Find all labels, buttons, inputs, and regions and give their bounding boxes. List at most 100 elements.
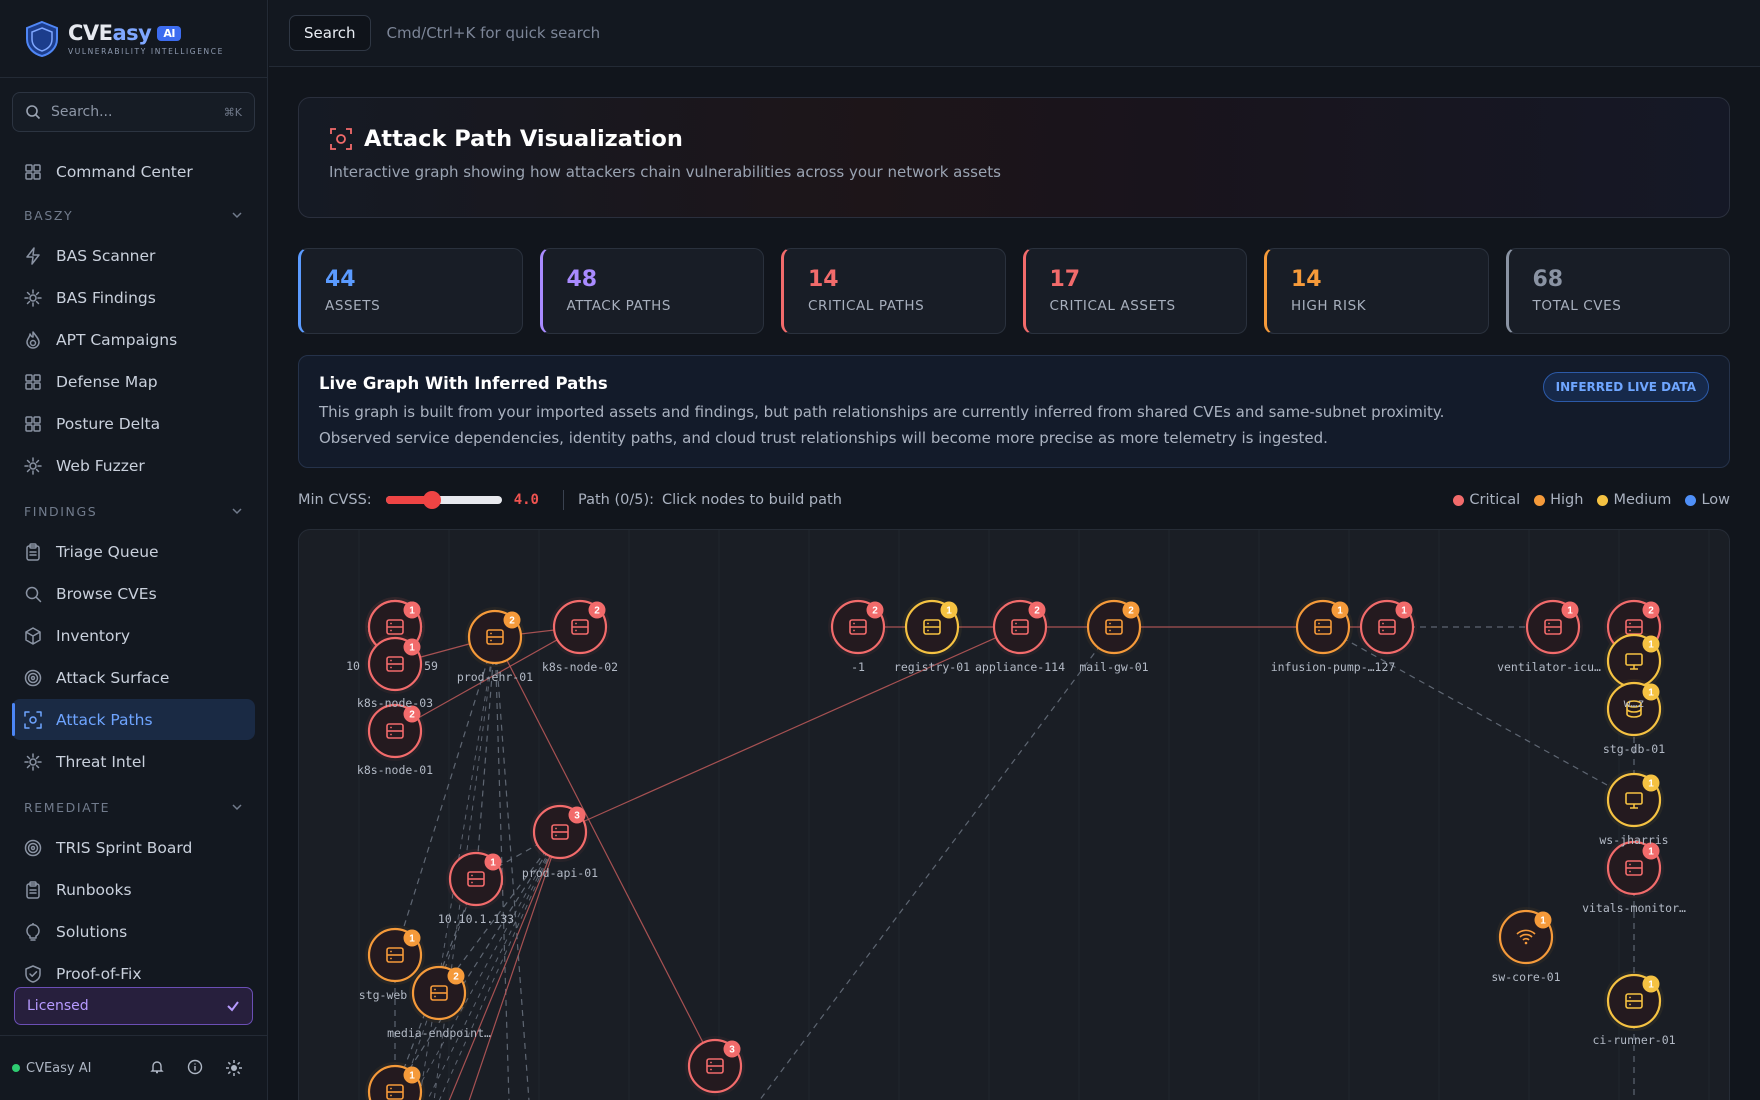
node-label: k8s-node-01 [357,763,433,777]
node-count: 1 [490,858,496,869]
node-count: 2 [1128,606,1134,617]
sidebar-search-input[interactable]: Search... ⌘K [12,92,255,132]
graph-node[interactable]: 3 [530,802,590,862]
shield-logo-icon [26,20,58,57]
graph-node[interactable]: 2 [465,607,525,667]
sidebar-item-defense-map[interactable]: Defense Map [12,361,255,402]
page-header: Attack Path Visualization Interactive gr… [298,97,1730,218]
sidebar-item-solutions[interactable]: Solutions [12,911,255,952]
sidebar-item-label: Defense Map [56,372,158,391]
info-icon[interactable] [187,1059,203,1075]
graph-node[interactable]: 2 [550,597,610,657]
stat-card-critical-assets[interactable]: 17 CRITICAL ASSETS [1022,248,1247,334]
sidebar-item-web-fuzzer[interactable]: Web Fuzzer [12,445,255,486]
brand[interactable]: CVEasy AI VULNERABILITY INTELLIGENCE [0,0,267,78]
section-title: BASZY [24,207,74,223]
sidebar-item-label: Web Fuzzer [56,456,145,475]
stat-card-attack-paths[interactable]: 48 ATTACK PATHS [539,248,764,334]
sidebar-item-bas-scanner[interactable]: BAS Scanner [12,235,255,276]
graph-node[interactable]: 1 [1604,770,1664,830]
attack-path-graph[interactable]: 111222212211121111113112311059k8s-node-0… [298,529,1730,1100]
topbar: Search Cmd/Ctrl+K for quick search [269,0,1760,67]
graph-node[interactable]: 1 [365,1062,425,1100]
sidebar-item-tris-sprint-board[interactable]: TRIS Sprint Board [12,827,255,868]
sidebar-item-label: TRIS Sprint Board [56,838,193,857]
scan-icon [330,128,352,150]
graph-node[interactable]: 1 [1604,971,1664,1031]
section-remediate[interactable]: REMEDIATE [12,788,255,826]
legend-item-low: Low [1685,492,1730,508]
graph-node[interactable]: 3 [685,1036,745,1096]
graph-node[interactable]: 2 [990,597,1050,657]
inferred-badge: INFERRED LIVE DATA [1542,372,1709,402]
node-count: 1 [409,643,415,654]
licensed-status[interactable]: Licensed [14,987,253,1025]
stat-card-high-risk[interactable]: 14 HIGH RISK [1264,248,1489,334]
legend-dot [1453,494,1465,506]
brand-subtitle: VULNERABILITY INTELLIGENCE [68,47,224,56]
graph-node[interactable]: 2 [828,597,888,657]
slider-thumb[interactable] [423,491,442,509]
bolt-icon [26,246,40,265]
sidebar-item-attack-paths[interactable]: Attack Paths [12,699,255,740]
sidebar-item-label: Browse CVEs [56,584,157,603]
sidebar-item-apt-campaigns[interactable]: APT Campaigns [12,319,255,360]
graph-node[interactable]: 1 [902,597,962,657]
legend-item-medium: Medium [1597,492,1671,508]
node-label: prod-api-01 [522,866,598,880]
sidebar-item-threat-intel[interactable]: Threat Intel [12,741,255,782]
graph-edge [494,636,716,1067]
legend-dot [1534,494,1546,506]
section-baszy[interactable]: BASZY [12,196,255,234]
graph-node[interactable]: 1 [1293,597,1353,657]
graph-node[interactable]: 2 [1084,597,1144,657]
sidebar-item-runbooks[interactable]: Runbooks [12,869,255,910]
bell-icon[interactable] [149,1059,165,1075]
graph-edge [1322,626,1635,801]
info-line-1: This graph is built from your imported a… [319,403,1445,421]
node-count: 3 [729,1045,735,1056]
graph-node[interactable]: 1 [1523,597,1583,657]
stat-label: CRITICAL ASSETS [1049,298,1176,314]
sidebar-item-attack-surface[interactable]: Attack Surface [12,657,255,698]
sidebar-item-command-center[interactable]: Command Center [12,151,255,192]
bug-icon [24,456,42,475]
graph-node[interactable]: 2 [365,701,425,761]
sidebar-item-browse-cves[interactable]: Browse CVEs [12,573,255,614]
stat-card-total-cves[interactable]: 68 TOTAL CVES [1505,248,1730,334]
graph-node[interactable]: 1 [446,849,506,909]
stat-card-assets[interactable]: 44 ASSETS [298,248,523,334]
sun-icon[interactable] [225,1059,243,1077]
node-count: 1 [1540,916,1546,927]
sidebar-item-label: Solutions [56,922,128,941]
min-cvss-label: Min CVSS: [298,492,372,508]
sidebar-item-label: Command Center [56,162,193,181]
graph-node[interactable]: 1 [1496,907,1556,967]
section-findings[interactable]: FINDINGS [12,492,255,530]
stat-label: CRITICAL PATHS [808,298,925,314]
sidebar-item-label: Threat Intel [56,752,146,771]
stats-row: 44 ASSETS 48 ATTACK PATHS 14 CRITICAL PATHS 17… [298,248,1730,334]
node-label: vitals-monitor… [1582,901,1686,915]
stat-card-critical-paths[interactable]: 14 CRITICAL PATHS [781,248,1006,334]
page-subtitle: Interactive graph showing how attackers … [329,163,1001,181]
graph-node[interactable]: 2 [409,963,469,1023]
stat-value: 14 [1291,267,1322,292]
sidebar-item-label: BAS Findings [56,288,156,307]
node-count: 1 [1401,606,1407,617]
sidebar: CVEasy AI VULNERABILITY INTELLIGENCE Sear… [0,0,268,1100]
graph-canvas[interactable]: 111222212211121111113112311059k8s-node-0… [299,530,1730,1100]
sidebar-item-inventory[interactable]: Inventory [12,615,255,656]
graph-node[interactable]: 1 [1357,597,1417,657]
graph-node[interactable]: 1 [365,634,425,694]
node-label: registry-01 [894,660,970,674]
search-button[interactable]: Search [289,15,371,51]
sidebar-item-triage-queue[interactable]: Triage Queue [12,531,255,572]
sidebar-item-posture-delta[interactable]: Posture Delta [12,403,255,444]
search-shortcut: ⌘K [223,105,242,119]
graph-node[interactable]: 1 [1604,838,1664,898]
bulb-icon [26,922,40,941]
min-cvss-slider[interactable] [385,491,502,509]
sidebar-item-bas-findings[interactable]: BAS Findings [12,277,255,318]
stat-label: ATTACK PATHS [566,298,672,314]
